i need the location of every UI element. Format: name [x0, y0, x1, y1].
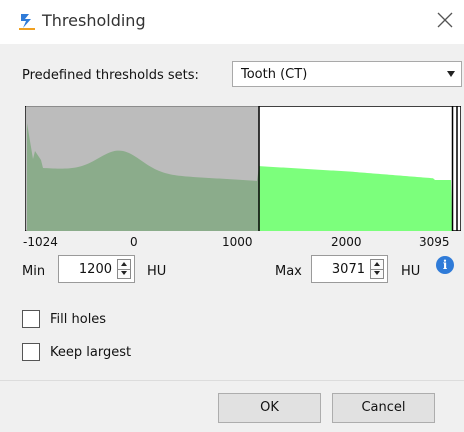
- min-label: Min: [22, 264, 46, 279]
- min-unit: HU: [147, 264, 167, 279]
- preset-selected-value: Tooth (CT): [241, 67, 308, 82]
- title-bar: Thresholding: [0, 0, 464, 44]
- dialog-content: Predefined thresholds sets: Tooth (CT) -…: [0, 44, 464, 380]
- fill-holes-label: Fill holes: [50, 312, 107, 327]
- preset-label: Predefined thresholds sets:: [22, 68, 199, 83]
- arrow-down-icon: [121, 271, 127, 275]
- max-spinbox[interactable]: 3071: [311, 255, 388, 283]
- ok-button[interactable]: OK: [218, 393, 321, 423]
- keep-largest-checkbox[interactable]: [22, 343, 40, 361]
- histogram[interactable]: [25, 106, 461, 231]
- arrow-up-icon: [374, 262, 380, 266]
- histogram-unselected-shade: [26, 106, 260, 231]
- button-bar: OK Cancel: [0, 380, 464, 432]
- max-label: Max: [275, 264, 302, 279]
- tick-label: 0: [130, 235, 138, 249]
- preset-dropdown[interactable]: Tooth (CT): [232, 61, 462, 87]
- arrow-up-icon: [121, 262, 127, 266]
- max-value: 3071: [331, 262, 365, 277]
- keep-largest-label: Keep largest: [50, 345, 132, 360]
- window-title: Thresholding: [42, 11, 146, 30]
- tick-label: 1000: [222, 235, 253, 249]
- cancel-button[interactable]: Cancel: [332, 393, 435, 423]
- fill-holes-checkbox[interactable]: [22, 310, 40, 328]
- tick-label: 2000: [331, 235, 362, 249]
- chevron-down-icon: [447, 71, 455, 77]
- logo-icon: [19, 14, 35, 30]
- tick-label: 3095: [419, 235, 450, 249]
- info-icon[interactable]: i: [436, 256, 454, 274]
- min-stepper: [117, 259, 131, 279]
- arrow-down-icon: [374, 271, 380, 275]
- max-decrement-button[interactable]: [371, 269, 383, 278]
- close-icon[interactable]: [436, 11, 454, 29]
- max-stepper: [370, 259, 384, 279]
- min-spinbox[interactable]: 1200: [58, 255, 135, 283]
- tick-label: -1024: [23, 235, 58, 249]
- max-unit: HU: [401, 264, 421, 279]
- min-decrement-button[interactable]: [118, 269, 130, 278]
- min-value: 1200: [78, 262, 112, 277]
